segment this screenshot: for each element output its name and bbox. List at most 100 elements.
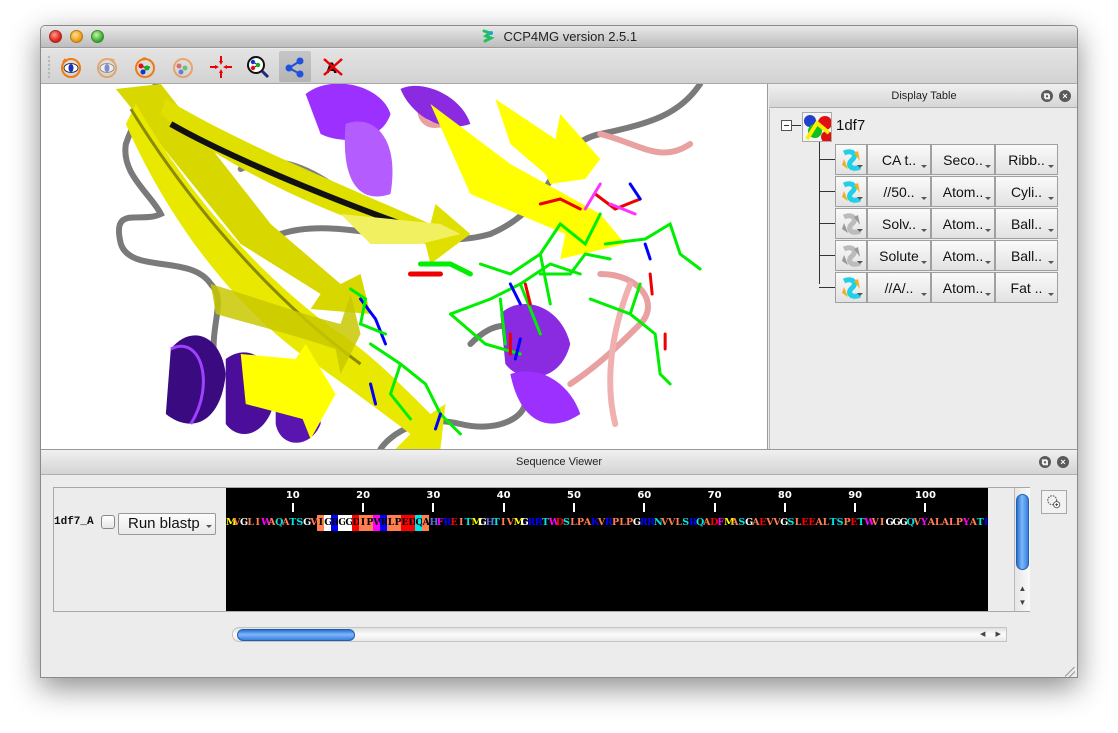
residue[interactable]: R (331, 515, 339, 531)
residue[interactable]: G (885, 515, 893, 531)
selection-button[interactable]: //50.. (867, 176, 931, 207)
float-panel-button[interactable]: ⧉ (1039, 456, 1051, 468)
residue[interactable]: W (549, 515, 560, 531)
horizontal-scroll-thumb[interactable] (237, 629, 355, 641)
residue[interactable]: I (359, 515, 367, 531)
residue[interactable]: E (850, 515, 857, 531)
residue[interactable]: A (970, 515, 977, 531)
residue[interactable]: I (878, 515, 885, 531)
residue[interactable]: V (233, 515, 240, 531)
molecule-graphics[interactable] (41, 84, 767, 449)
residue[interactable]: L (822, 515, 830, 531)
residue[interactable]: E (401, 515, 409, 531)
residue[interactable]: R (689, 515, 697, 531)
style-button[interactable]: Ribb.. (995, 144, 1058, 175)
sequence-canvas[interactable]: 10203040506070809010011 MVGLIWAQATSGVIGR… (226, 488, 988, 611)
close-panel-button[interactable]: × (1057, 456, 1069, 468)
residue[interactable]: V (668, 515, 675, 531)
close-panel-button[interactable]: × (1059, 90, 1071, 102)
window-resize-grip[interactable] (1065, 667, 1075, 677)
residue[interactable]: R (535, 515, 543, 531)
selection-button[interactable]: CA t.. (867, 144, 931, 175)
residue[interactable]: L (247, 515, 254, 531)
style-button[interactable]: Fat .. (995, 272, 1058, 303)
molecule-thumbnail[interactable] (802, 112, 832, 142)
residue[interactable]: H (429, 515, 438, 531)
centre-button[interactable] (205, 51, 237, 82)
selection-button[interactable]: Solute (867, 240, 931, 271)
molecule-name[interactable]: 1df7 (836, 117, 865, 134)
residue[interactable]: P (577, 515, 584, 531)
style-button[interactable]: Ball.. (995, 208, 1058, 239)
residue[interactable]: G (345, 515, 353, 531)
residue[interactable]: A (731, 515, 738, 531)
residue[interactable]: V (507, 515, 514, 531)
residue[interactable]: S (563, 515, 570, 531)
residue[interactable]: A (703, 515, 710, 531)
zoom-molecule-button[interactable] (242, 51, 274, 82)
selection-button[interactable]: //A/.. (867, 272, 931, 303)
residue[interactable]: G (338, 515, 346, 531)
scroll-right-arrow[interactable]: ▶ (991, 628, 1007, 641)
residue[interactable]: L (794, 515, 802, 531)
residue[interactable]: V (914, 515, 921, 531)
pick-atoms-button[interactable] (279, 51, 311, 82)
residue[interactable]: L (949, 515, 956, 531)
residue[interactable]: V (310, 515, 317, 531)
residue[interactable]: A (928, 515, 935, 531)
residue[interactable]: S (787, 515, 794, 531)
residue[interactable]: T (465, 515, 472, 531)
residue[interactable]: A (584, 515, 591, 531)
rotate-view-faded-button[interactable] (91, 51, 123, 82)
residue[interactable]: G (324, 515, 332, 531)
residue[interactable]: G (240, 515, 248, 531)
object-visibility-button[interactable] (835, 272, 867, 303)
molecule-viewport[interactable] (41, 84, 768, 449)
residue[interactable]: V (598, 515, 605, 531)
residue[interactable]: V (773, 515, 780, 531)
residue[interactable]: K (591, 515, 599, 531)
zoom-sequence-button[interactable] (1041, 490, 1067, 514)
residue[interactable]: R (647, 515, 655, 531)
residue[interactable]: P (956, 515, 963, 531)
residue[interactable]: N (654, 515, 663, 531)
residue[interactable]: T (493, 515, 500, 531)
residue[interactable]: S (296, 515, 303, 531)
scroll-left-arrow[interactable]: ◀ (975, 628, 991, 641)
residue[interactable]: R (443, 515, 451, 531)
residue[interactable]: A (752, 515, 759, 531)
residue[interactable]: L (619, 515, 626, 531)
title-bar[interactable]: CCP4MG version 2.5.1 (41, 26, 1077, 48)
residue[interactable]: T (542, 515, 549, 531)
residue[interactable]: T (829, 515, 836, 531)
residue[interactable]: P (626, 515, 633, 531)
residue[interactable]: Q (907, 515, 915, 531)
scroll-up-arrow[interactable]: ▲ (1015, 582, 1030, 596)
residue[interactable]: D (556, 515, 564, 531)
residue[interactable]: L (570, 515, 577, 531)
residue[interactable]: G (900, 515, 908, 531)
residue[interactable]: Y (963, 515, 970, 531)
residue[interactable]: G (521, 515, 529, 531)
style-button[interactable]: Cyli.. (995, 176, 1058, 207)
residue[interactable]: I (500, 515, 507, 531)
colour-button[interactable]: Atom.. (931, 176, 995, 207)
residue[interactable]: P (843, 515, 850, 531)
scroll-down-arrow[interactable]: ▼ (1015, 596, 1030, 610)
residue[interactable]: A (282, 515, 289, 531)
residue[interactable]: V (871, 515, 878, 531)
residue[interactable]: E (801, 515, 808, 531)
residue[interactable]: V (661, 515, 668, 531)
residue[interactable]: Y (921, 515, 928, 531)
object-visibility-button[interactable] (835, 240, 867, 271)
residue[interactable]: R (640, 515, 648, 531)
residue[interactable]: M (226, 515, 237, 531)
residue[interactable]: I (317, 515, 325, 531)
residue[interactable]: F (717, 515, 724, 531)
object-visibility-button[interactable] (835, 176, 867, 207)
object-visibility-button[interactable] (835, 144, 867, 175)
residue[interactable]: M (514, 515, 525, 531)
colour-button[interactable]: Atom.. (931, 208, 995, 239)
residue[interactable]: D (710, 515, 718, 531)
object-visibility-button[interactable] (835, 208, 867, 239)
